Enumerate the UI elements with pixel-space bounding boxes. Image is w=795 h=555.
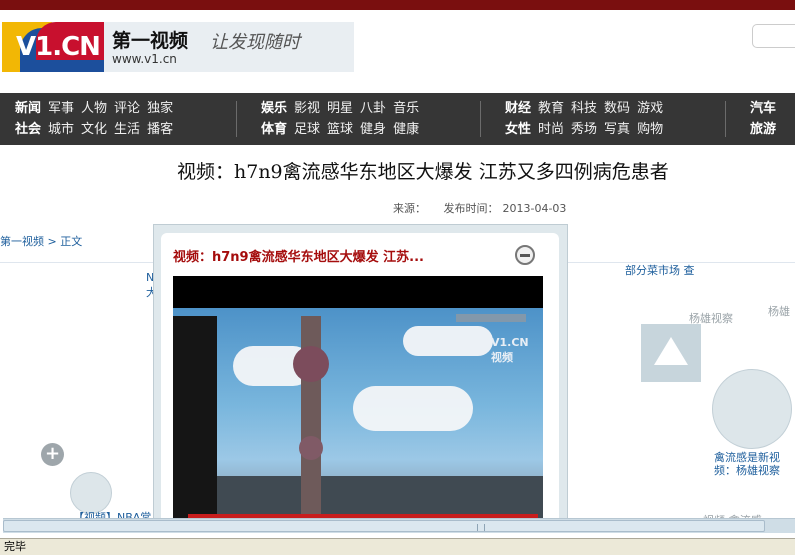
nav-item[interactable]: 财经	[505, 98, 531, 119]
nav-item[interactable]: 娱乐	[261, 98, 287, 119]
breadcrumb-home[interactable]: 第一视频	[0, 235, 44, 248]
nav-item[interactable]: 新闻	[15, 98, 41, 119]
expand-plus-icon[interactable]: +	[41, 443, 64, 466]
nav-divider	[725, 101, 726, 137]
nav-row: 体育 足球 篮球 健身 健康	[261, 119, 426, 140]
nav-item[interactable]: 独家	[147, 98, 173, 119]
logo-url: www.v1.cn	[112, 52, 177, 66]
nav-item[interactable]: 评论	[114, 98, 140, 119]
nav-item[interactable]: 汽车	[750, 98, 776, 119]
nav-item[interactable]: 社会	[15, 119, 41, 140]
top-accent-bar	[0, 0, 795, 10]
logo-name: 第一视频	[112, 30, 189, 52]
video-frame-building	[173, 316, 217, 525]
search-input[interactable]	[752, 24, 795, 48]
nav-item[interactable]: 军事	[48, 98, 74, 119]
nav-item[interactable]: 女性	[505, 119, 531, 140]
publish-date: 2013-04-03	[502, 202, 567, 215]
nav-item[interactable]: 篮球	[327, 119, 353, 140]
main-nav: 新闻 军事 人物 评论 独家 社会 城市 文化 生活 播客 娱乐 影视 明星 八卦 音乐 体育 足球 篮球健…	[0, 93, 795, 145]
nav-row: 汽车	[750, 98, 783, 119]
video-frame-sphere	[293, 346, 329, 382]
nav-item[interactable]: 游戏	[637, 98, 663, 119]
video-overlay-bar	[456, 314, 526, 322]
date-label: 发布时间：	[443, 202, 499, 215]
video-frame-sphere	[299, 436, 323, 460]
nav-row: 旅游	[750, 119, 783, 140]
nav-item[interactable]: 人物	[81, 98, 107, 119]
nav-item[interactable]: 足球	[294, 119, 320, 140]
status-text: 完毕	[4, 540, 26, 553]
nav-group-finance: 财经 教育 科技 数码 游戏 女性 时尚 秀场 写真 购物	[505, 98, 670, 140]
nav-group-entertainment: 娱乐 影视 明星 八卦 音乐 体育 足球 篮球 健身 健康	[261, 98, 426, 140]
arrow-up-icon	[654, 337, 688, 365]
nav-item[interactable]: 购物	[637, 119, 663, 140]
site-logo[interactable]: V1.CN 第一视频 www.v1.cn 让发现随时	[2, 22, 354, 72]
floating-video-popup: 视频：h7n9禽流感华东地区大爆发 江苏... V1.CN 视频	[153, 224, 568, 526]
nav-divider	[480, 101, 481, 137]
logo-mark-text: V1.CN	[16, 32, 101, 62]
scrollbar-grip-icon	[477, 524, 485, 531]
nav-divider	[236, 101, 237, 137]
video-player[interactable]: V1.CN 视频	[173, 276, 543, 525]
nav-item[interactable]: 文化	[81, 119, 107, 140]
logo-mark: V1.CN	[2, 22, 104, 72]
popup-title[interactable]: 视频：h7n9禽流感华东地区大爆发 江苏...	[173, 246, 493, 265]
right-related-tag-2[interactable]: 杨雄	[768, 303, 790, 319]
article-meta: 来源： 发布时间： 2013-04-03	[393, 200, 570, 216]
nav-item[interactable]: 时尚	[538, 119, 564, 140]
nav-item[interactable]: 数码	[604, 98, 630, 119]
nav-item[interactable]: 影视	[294, 98, 320, 119]
nav-item[interactable]: 健康	[393, 119, 419, 140]
nav-item[interactable]: 健身	[360, 119, 386, 140]
nav-item[interactable]: 播客	[147, 119, 173, 140]
source-label: 来源：	[393, 202, 426, 215]
breadcrumb-separator: >	[47, 235, 57, 248]
nav-item[interactable]: 明星	[327, 98, 353, 119]
breadcrumb-current[interactable]: 正文	[60, 235, 82, 248]
nav-item[interactable]: 音乐	[393, 98, 419, 119]
right-related-link[interactable]: 部分菜市场 查	[625, 262, 695, 278]
nav-row: 新闻 军事 人物 评论 独家	[15, 98, 180, 119]
popup-panel: 视频：h7n9禽流感华东地区大爆发 江苏... V1.CN 视频	[161, 233, 559, 525]
minimize-icon[interactable]	[515, 245, 535, 265]
horizontal-scrollbar[interactable]	[3, 518, 795, 533]
nav-item[interactable]: 秀场	[571, 119, 597, 140]
nav-item[interactable]: 生活	[114, 119, 140, 140]
nav-row: 财经 教育 科技 数码 游戏	[505, 98, 670, 119]
breadcrumb: 第一视频 > 正文	[0, 233, 82, 249]
video-frame-cloud	[353, 386, 473, 431]
nav-row: 娱乐 影视 明星 八卦 音乐	[261, 98, 426, 119]
logo-slogan: 让发现随时	[210, 32, 300, 53]
nav-item[interactable]: 体育	[261, 119, 287, 140]
browser-status-bar: 完毕	[0, 538, 795, 555]
nav-group-auto: 汽车 旅游	[750, 98, 783, 140]
right-caption-line2[interactable]: 频：杨雄视察	[714, 462, 780, 478]
nav-item[interactable]: 旅游	[750, 119, 776, 140]
article-headline: 视频：h7n9禽流感华东地区大爆发 江苏又多四例病危患者	[177, 161, 669, 183]
related-thumb-circle-large[interactable]	[712, 369, 792, 449]
nav-row: 社会 城市 文化 生活 播客	[15, 119, 180, 140]
nav-item[interactable]: 八卦	[360, 98, 386, 119]
nav-item[interactable]: 科技	[571, 98, 597, 119]
nav-row: 女性 时尚 秀场 写真 购物	[505, 119, 670, 140]
scroll-to-top-button[interactable]	[641, 324, 701, 382]
video-frame-cloud	[403, 326, 493, 356]
scrollbar-thumb[interactable]	[3, 520, 765, 532]
related-thumb-circle[interactable]	[70, 472, 112, 514]
nav-item[interactable]: 教育	[538, 98, 564, 119]
nav-group-news: 新闻 军事 人物 评论 独家 社会 城市 文化 生活 播客	[15, 98, 180, 140]
video-watermark: V1.CN 视频	[491, 336, 529, 364]
nav-item[interactable]: 城市	[48, 119, 74, 140]
nav-item[interactable]: 写真	[604, 119, 630, 140]
